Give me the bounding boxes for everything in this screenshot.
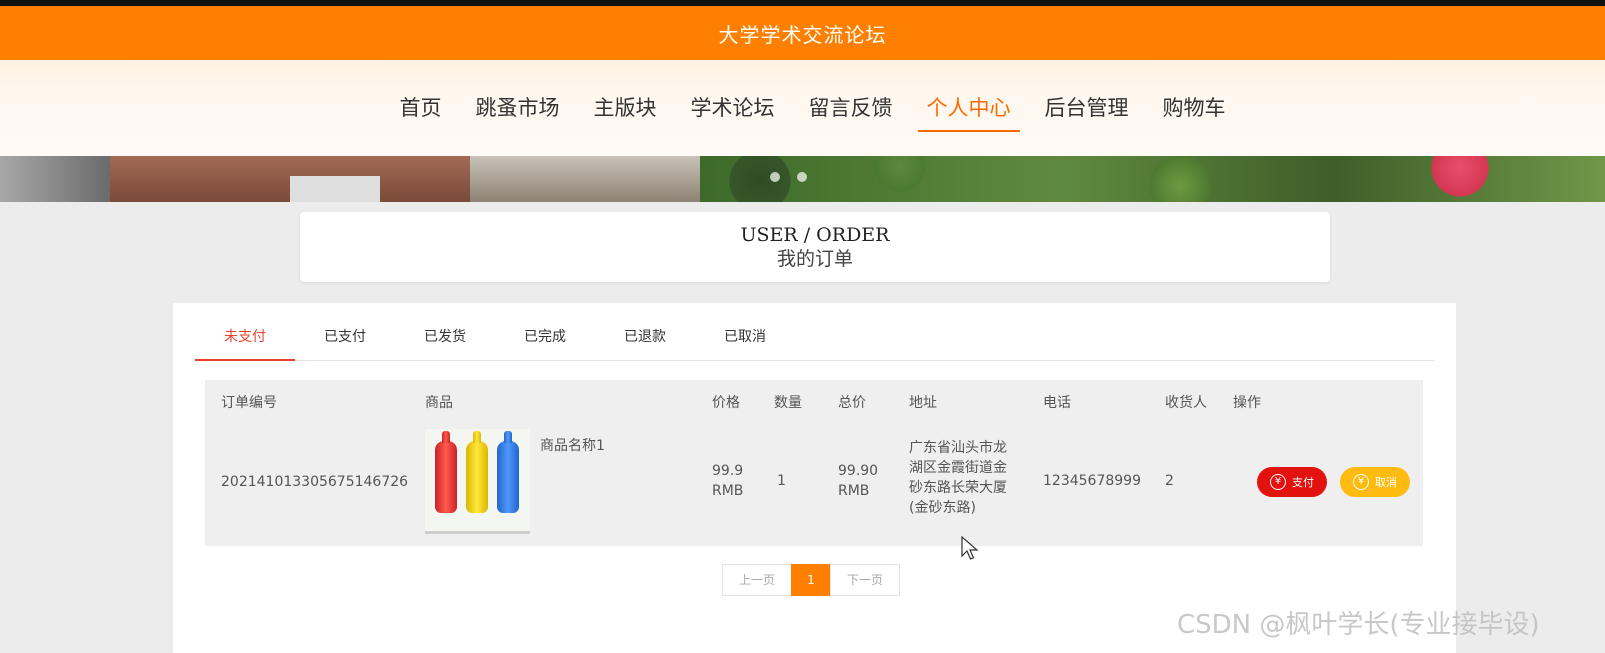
receiver-value: 2 [1165,473,1174,489]
carousel-dot[interactable] [797,172,807,182]
page-number-1[interactable]: 1 [791,564,831,596]
bottle-red-icon [435,431,457,513]
order-status-tabs: 未支付 已支付 已发货 已完成 已退款 已取消 [195,325,1435,361]
product-name[interactable]: 商品名称1 [540,436,605,456]
quantity-value: 1 [777,473,786,489]
header-address: 地址 [909,395,937,411]
price-unit: RMB [712,483,744,499]
carousel-dot[interactable] [770,172,780,182]
page-title-en: USER / ORDER [740,224,890,246]
nav-item-main-section[interactable]: 主版块 [577,86,674,130]
header-quantity: 数量 [774,395,802,411]
order-number: 2021410133056751467​26 [221,474,409,490]
banner-image-flowers [700,156,1605,202]
nav-item-flea-market[interactable]: 跳蚤市场 [459,86,577,130]
header-order-no: 订单编号 [221,395,277,411]
pay-button[interactable]: ¥ 支付 [1257,467,1327,497]
address-line: 砂东路长荣大厦 [909,480,1007,496]
total-unit: RMB [838,483,870,499]
address-line: 广东省汕头市龙 [909,440,1007,456]
tab-shipped[interactable]: 已发货 [395,325,495,360]
pay-button-label: 支付 [1292,476,1314,489]
page-title-cn: 我的订单 [776,248,853,270]
order-table: 订单编号 商品 价格 数量 总价 地址 电话 收货人 操作 2021410133… [205,380,1423,546]
nav-item-personal-center[interactable]: 个人中心 [910,86,1028,132]
cancel-button-label: 取消 [1375,476,1397,489]
nav-list: 首页 跳蚤市场 主版块 学术论坛 留言反馈 个人中心 后台管理 购物车 [383,86,1243,132]
header-receiver: 收货人 [1165,395,1207,411]
tab-paid[interactable]: 已支付 [295,325,395,360]
tab-refunded[interactable]: 已退款 [595,325,695,360]
orders-panel: 未支付 已支付 已发货 已完成 已退款 已取消 订单编号 商品 价格 数量 总价… [173,303,1456,653]
bottle-yellow-icon [466,431,488,513]
address-line: (金砂东路) [909,500,976,516]
header-product: 商品 [425,395,453,411]
total-value: 99.90 [838,463,879,479]
yen-coin-icon: ¥ [1270,474,1286,490]
next-page-button[interactable]: 下一页 [830,564,900,596]
tab-completed[interactable]: 已完成 [495,325,595,360]
nav-item-academic-forum[interactable]: 学术论坛 [674,86,792,130]
mouse-cursor-icon [961,536,979,560]
site-title: 大学学术交流论坛 [718,22,887,47]
banner-image-building [0,156,110,202]
header-total: 总价 [838,395,866,411]
prev-page-button[interactable]: 上一页 [722,564,792,596]
nav-item-cart[interactable]: 购物车 [1146,86,1243,130]
yen-coin-icon: ¥ [1353,474,1369,490]
phone-value: 12345678999 [1043,473,1141,489]
bottle-blue-icon [497,431,519,513]
header-actions: 操作 [1233,395,1261,411]
tab-cancelled[interactable]: 已取消 [695,325,795,360]
product-image[interactable] [425,429,530,534]
top-header-bar: 大学学术交流论坛 [0,0,1605,60]
main-nav: 首页 跳蚤市场 主版块 学术论坛 留言反馈 个人中心 后台管理 购物车 [0,60,1605,156]
nav-item-feedback[interactable]: 留言反馈 [792,86,910,130]
banner-carousel[interactable] [0,156,1605,202]
tab-unpaid[interactable]: 未支付 [195,325,295,361]
header-price: 价格 [712,395,740,411]
header-phone: 电话 [1043,395,1071,411]
watermark: CSDN @枫叶学长(专业接毕设) [1177,610,1540,640]
cancel-order-button[interactable]: ¥ 取消 [1340,467,1410,497]
pagination: 上一页 1 下一页 [722,564,900,596]
price-value: 99.9 [712,463,744,479]
address-line: 湖区金霞街道金 [909,460,1007,476]
nav-item-home[interactable]: 首页 [383,86,459,130]
page-heading-card: USER / ORDER 我的订单 [300,212,1330,282]
nav-item-admin[interactable]: 后台管理 [1028,86,1146,130]
banner-image-window [290,176,380,202]
banner-image-street [470,156,700,202]
